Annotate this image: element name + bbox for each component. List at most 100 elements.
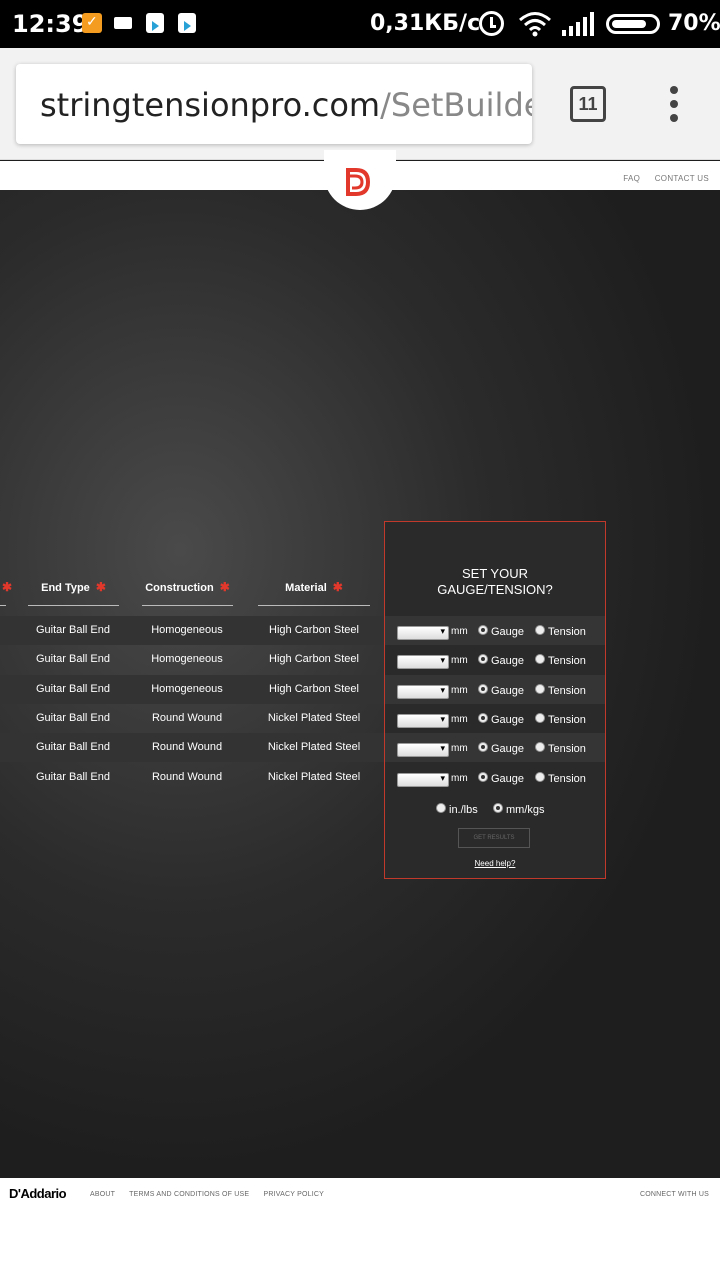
tension-radio[interactable] bbox=[535, 654, 545, 664]
overflow-menu-icon[interactable] bbox=[666, 86, 682, 122]
partial-column-gear-icon: ✱ bbox=[2, 580, 13, 594]
gauge-radio[interactable] bbox=[478, 684, 488, 694]
gauge-select[interactable] bbox=[397, 685, 449, 699]
wifi-icon bbox=[519, 12, 551, 37]
gauge-radio[interactable] bbox=[478, 742, 488, 752]
tension-radio[interactable] bbox=[535, 772, 545, 782]
cell-material: Nickel Plated Steel bbox=[267, 771, 361, 783]
cell-end-type: Guitar Ball End bbox=[36, 624, 110, 636]
gauge-label: Gauge bbox=[491, 655, 525, 667]
faq-link[interactable]: FAQ bbox=[623, 174, 640, 183]
cell-end-type: Guitar Ball End bbox=[36, 771, 110, 783]
clock: 12:39 bbox=[12, 10, 89, 38]
cell-end-type: Guitar Ball End bbox=[36, 712, 110, 724]
contact-us-link[interactable]: CONTACT US bbox=[655, 174, 709, 183]
gauge-select[interactable] bbox=[397, 773, 449, 787]
column-header-material[interactable]: Material ✱ bbox=[258, 580, 370, 594]
column-header-label: Construction bbox=[145, 582, 214, 594]
cell-construction: Homogeneous bbox=[151, 683, 223, 695]
column-underline bbox=[28, 605, 119, 606]
cell-construction: Round Wound bbox=[151, 712, 223, 724]
play-store-icon bbox=[178, 13, 196, 33]
column-header-construction[interactable]: Construction ✱ bbox=[142, 580, 233, 594]
address-bar[interactable]: stringtensionpro.com/SetBuilder? bbox=[16, 64, 532, 144]
tension-radio[interactable] bbox=[535, 713, 545, 723]
gauge-label: Gauge bbox=[491, 626, 525, 638]
cell-material: Nickel Plated Steel bbox=[267, 712, 361, 724]
alarm-icon bbox=[479, 11, 504, 36]
tension-radio[interactable] bbox=[535, 742, 545, 752]
unit-label: mm bbox=[451, 626, 468, 637]
url-path: /SetBuilder? bbox=[380, 86, 532, 124]
gauge-row: mm Gauge Tension bbox=[385, 763, 605, 792]
unit-label: mm bbox=[451, 773, 468, 784]
units-mm-kgs-radio[interactable] bbox=[493, 803, 503, 813]
column-header-end-type[interactable]: End Type ✱ bbox=[28, 580, 119, 594]
cell-construction: Round Wound bbox=[151, 771, 223, 783]
cell-construction: Homogeneous bbox=[151, 653, 223, 665]
column-header-label: End Type bbox=[41, 582, 90, 594]
play-store-icon bbox=[146, 13, 164, 33]
gauge-select[interactable] bbox=[397, 626, 449, 640]
tension-radio[interactable] bbox=[535, 684, 545, 694]
cell-construction: Homogeneous bbox=[151, 624, 223, 636]
gauge-label: Gauge bbox=[491, 685, 525, 697]
gauge-radio[interactable] bbox=[478, 625, 488, 635]
connect-with-us-link[interactable]: CONNECT WITH US bbox=[640, 1191, 709, 1198]
cell-end-type: Guitar Ball End bbox=[36, 653, 110, 665]
tension-radio[interactable] bbox=[535, 625, 545, 635]
tension-label: Tension bbox=[548, 626, 586, 638]
gauge-label: Gauge bbox=[491, 773, 525, 785]
message-icon bbox=[114, 17, 132, 29]
signal-icon bbox=[562, 12, 594, 36]
settings-gear-icon[interactable]: ✱ bbox=[220, 580, 230, 594]
units-mm-kgs-label: mm/kgs bbox=[506, 804, 545, 816]
gauge-row: mm Gauge Tension bbox=[385, 733, 605, 762]
gauge-select[interactable] bbox=[397, 743, 449, 757]
terms-link[interactable]: TERMS AND CONDITIONS OF USE bbox=[129, 1191, 249, 1198]
gauge-radio[interactable] bbox=[478, 772, 488, 782]
status-bar: 12:39 0,31КБ/с 70% bbox=[0, 0, 720, 48]
partial-column-underline bbox=[0, 605, 6, 606]
tension-label: Tension bbox=[548, 773, 586, 785]
footer-links: ABOUT TERMS AND CONDITIONS OF USE PRIVAC… bbox=[90, 1191, 336, 1198]
settings-gear-icon[interactable]: ✱ bbox=[96, 580, 106, 594]
gauge-select[interactable] bbox=[397, 714, 449, 728]
gauge-radio[interactable] bbox=[478, 654, 488, 664]
gauge-row: mm Gauge Tension bbox=[385, 675, 605, 704]
tension-label: Tension bbox=[548, 655, 586, 667]
panel-title: SET YOUR GAUGE/TENSION? bbox=[385, 566, 605, 598]
network-speed: 0,31КБ/с bbox=[370, 11, 481, 36]
gauge-row: mm Gauge Tension bbox=[385, 645, 605, 674]
notification-app-icon bbox=[82, 13, 102, 33]
gauge-row: mm Gauge Tension bbox=[385, 616, 605, 645]
column-header-label: Material bbox=[285, 582, 327, 594]
cell-material: High Carbon Steel bbox=[269, 653, 359, 665]
units-in-lbs-label: in./lbs bbox=[449, 804, 478, 816]
cell-material: High Carbon Steel bbox=[269, 624, 359, 636]
column-underline bbox=[258, 605, 370, 606]
privacy-policy-link[interactable]: PRIVACY POLICY bbox=[263, 1191, 324, 1198]
panel-title-line1: SET YOUR bbox=[462, 566, 528, 581]
tab-switcher-button[interactable]: 11 bbox=[570, 86, 606, 122]
about-link[interactable]: ABOUT bbox=[90, 1191, 115, 1198]
cell-end-type: Guitar Ball End bbox=[36, 683, 110, 695]
units-in-lbs-radio[interactable] bbox=[436, 803, 446, 813]
daddario-d-logo-icon bbox=[346, 168, 370, 196]
gauge-tension-panel: SET YOUR GAUGE/TENSION? mm Gauge Tension… bbox=[384, 521, 606, 879]
browser-toolbar: stringtensionpro.com/SetBuilder? 11 bbox=[0, 48, 720, 160]
get-results-button[interactable]: GET RESULTS bbox=[458, 828, 530, 848]
cell-construction: Round Wound bbox=[151, 741, 223, 753]
need-help-link[interactable]: Need help? bbox=[385, 859, 605, 868]
battery-icon bbox=[606, 14, 660, 34]
tension-label: Tension bbox=[548, 685, 586, 697]
cell-end-type: Guitar Ball End bbox=[36, 741, 110, 753]
gauge-radio[interactable] bbox=[478, 713, 488, 723]
battery-percent: 70% bbox=[668, 11, 720, 36]
settings-gear-icon[interactable]: ✱ bbox=[333, 580, 343, 594]
panel-title-line2: GAUGE/TENSION? bbox=[437, 582, 553, 597]
daddario-logo[interactable]: D'Addario bbox=[9, 1186, 67, 1201]
cell-material: Nickel Plated Steel bbox=[267, 741, 361, 753]
gauge-select[interactable] bbox=[397, 655, 449, 669]
unit-label: mm bbox=[451, 743, 468, 754]
